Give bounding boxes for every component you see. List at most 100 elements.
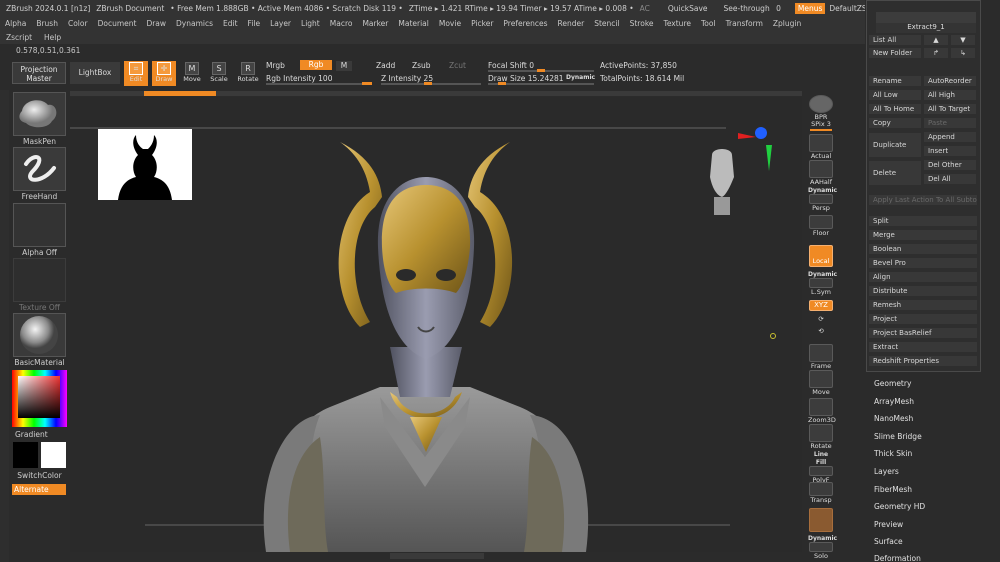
- apply-last-action-button[interactable]: Apply Last Action To All Subtools: [869, 195, 977, 205]
- menu-stroke[interactable]: Stroke: [625, 19, 659, 28]
- top-shelf-scroll-thumb[interactable]: [144, 91, 216, 96]
- ghost-button[interactable]: [808, 508, 834, 532]
- rotate-z-button[interactable]: ⟲: [808, 327, 834, 337]
- menu-texture[interactable]: Texture: [659, 19, 696, 28]
- brush-maskpen-thumb[interactable]: [13, 92, 66, 136]
- rotate-view-button[interactable]: Rotate: [808, 424, 834, 450]
- rgb-intensity-track[interactable]: [266, 83, 372, 85]
- bevel-pro-button[interactable]: Bevel Pro: [869, 258, 977, 268]
- lightbox-button[interactable]: LightBox: [70, 62, 120, 84]
- move-down-icon[interactable]: ↳: [951, 48, 975, 58]
- all-to-home-button[interactable]: All To Home: [869, 104, 921, 114]
- subtool-name[interactable]: Extract9_1: [876, 23, 976, 33]
- menu-dynamics[interactable]: Dynamics: [171, 19, 218, 28]
- autoreorder-button[interactable]: AutoReorder: [924, 76, 976, 86]
- projection-master-button[interactable]: Projection Master: [12, 62, 66, 84]
- menu-layer[interactable]: Layer: [265, 19, 296, 28]
- insert-button[interactable]: Insert: [924, 146, 976, 156]
- menu-zscript[interactable]: Zscript: [0, 33, 38, 42]
- persp-button[interactable]: Dynamic Persp: [808, 186, 837, 212]
- copy-button[interactable]: Copy: [869, 118, 921, 128]
- mrgb-button[interactable]: Mrgb: [266, 61, 285, 71]
- subpalette-deformation[interactable]: Deformation: [874, 554, 921, 562]
- menu-transform[interactable]: Transform: [721, 19, 768, 28]
- menu-stencil[interactable]: Stencil: [589, 19, 624, 28]
- del-all-button[interactable]: Del All: [924, 174, 976, 184]
- zoom3d-button[interactable]: Zoom3D: [808, 398, 836, 424]
- rotate-y-button[interactable]: ⟳: [808, 315, 834, 325]
- subpalette-geometry-hd[interactable]: Geometry HD: [874, 502, 925, 511]
- menu-draw[interactable]: Draw: [141, 19, 171, 28]
- menu-alpha[interactable]: Alpha: [0, 19, 31, 28]
- move-view-button[interactable]: Move: [808, 370, 834, 396]
- menu-macro[interactable]: Macro: [325, 19, 358, 28]
- subpalette-layers[interactable]: Layers: [874, 467, 899, 476]
- xyz-button[interactable]: XYZ: [808, 300, 834, 311]
- right-tray-scrollbar[interactable]: [983, 0, 1000, 562]
- redshift-properties-button[interactable]: Redshift Properties: [869, 356, 977, 366]
- color-picker[interactable]: [12, 370, 67, 427]
- new-folder-button[interactable]: New Folder: [869, 48, 921, 58]
- delete-button[interactable]: Delete: [869, 161, 921, 185]
- menu-zplugin[interactable]: Zplugin: [768, 19, 806, 28]
- zsub-button[interactable]: Zsub: [412, 61, 434, 71]
- rename-button[interactable]: Rename: [869, 76, 921, 86]
- menu-brush[interactable]: Brush: [31, 19, 63, 28]
- boolean-button[interactable]: Boolean: [869, 244, 977, 254]
- list-all-button[interactable]: List All: [869, 35, 921, 45]
- lsym-button[interactable]: Dynamic L.Sym: [808, 270, 837, 296]
- menus-button[interactable]: Menus: [794, 2, 826, 14]
- menu-material[interactable]: Material: [393, 19, 433, 28]
- edit-button[interactable]: ⌗ Edit: [124, 61, 148, 86]
- extract-button[interactable]: Extract: [869, 342, 977, 352]
- move-up-icon[interactable]: ↱: [924, 48, 948, 58]
- subpalette-geometry[interactable]: Geometry: [874, 379, 911, 388]
- split-button[interactable]: Split: [869, 216, 977, 226]
- menu-picker[interactable]: Picker: [466, 19, 498, 28]
- axis-gizmo-icon[interactable]: [706, 125, 778, 217]
- z-intensity-handle[interactable]: [424, 82, 432, 85]
- gradient-label[interactable]: Gradient: [15, 430, 68, 439]
- rgb-intensity-handle[interactable]: [362, 82, 372, 85]
- navigation-gizmo[interactable]: [706, 125, 778, 217]
- align-button[interactable]: Align: [869, 272, 977, 282]
- move-button[interactable]: M Move: [180, 61, 204, 86]
- secondary-color-swatch[interactable]: [41, 442, 66, 468]
- focal-shift-handle[interactable]: [537, 69, 545, 72]
- material-thumb[interactable]: [13, 313, 66, 357]
- m-button[interactable]: M: [336, 61, 352, 71]
- append-button[interactable]: Append: [924, 132, 976, 142]
- menu-edit[interactable]: Edit: [218, 19, 243, 28]
- all-to-target-button[interactable]: All To Target: [924, 104, 976, 114]
- subpalette-nanomesh[interactable]: NanoMesh: [874, 414, 913, 423]
- left-tray-handle[interactable]: [0, 90, 9, 562]
- frame-button[interactable]: Frame: [808, 344, 834, 370]
- subpalette-surface[interactable]: Surface: [874, 537, 903, 546]
- rgb-button[interactable]: Rgb: [300, 60, 332, 70]
- paste-button[interactable]: Paste: [924, 118, 976, 128]
- alternate-button[interactable]: Alternate: [12, 484, 66, 495]
- project-basrelief-button[interactable]: Project BasRelief: [869, 328, 977, 338]
- menu-document[interactable]: Document: [93, 19, 142, 28]
- stroke-freehand-thumb[interactable]: [13, 147, 66, 191]
- project-button[interactable]: Project: [869, 314, 977, 324]
- bottom-shelf-scrollbar[interactable]: [390, 553, 484, 559]
- seethrough-slider[interactable]: See-through 0: [724, 4, 781, 13]
- texture-thumb[interactable]: [13, 258, 66, 302]
- distribute-button[interactable]: Distribute: [869, 286, 977, 296]
- arrow-down-icon[interactable]: ▼: [951, 35, 975, 45]
- merge-button[interactable]: Merge: [869, 230, 977, 240]
- top-shelf-scrollbar[interactable]: [70, 91, 802, 96]
- menu-help[interactable]: Help: [38, 33, 67, 42]
- arrow-up-icon[interactable]: ▲: [924, 35, 948, 45]
- alpha-thumb[interactable]: [13, 203, 66, 247]
- menu-marker[interactable]: Marker: [357, 19, 393, 28]
- solo-button[interactable]: Dynamic Solo: [808, 534, 837, 560]
- floor-button[interactable]: Floor: [808, 215, 834, 237]
- subpalette-fibermesh[interactable]: FiberMesh: [874, 485, 912, 494]
- remesh-button[interactable]: Remesh: [869, 300, 977, 310]
- menu-render[interactable]: Render: [553, 19, 590, 28]
- menu-light[interactable]: Light: [296, 19, 325, 28]
- menu-movie[interactable]: Movie: [434, 19, 466, 28]
- transp-button[interactable]: Transp: [808, 482, 834, 504]
